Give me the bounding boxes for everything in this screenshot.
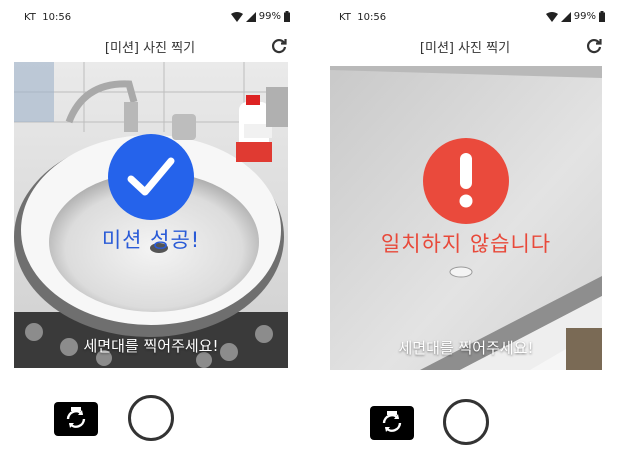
battery-percent: 99% — [258, 11, 281, 22]
result-badge — [423, 138, 509, 224]
app-bar: [미션] 사진 찍기 — [0, 35, 300, 59]
status-indicators: 99% — [230, 11, 290, 22]
refresh-icon — [586, 39, 602, 54]
mission-instruction: 세면대를 찍어주세요! — [398, 339, 534, 357]
status-bar: KT 10:56 99% — [315, 9, 615, 27]
switch-camera-icon — [66, 407, 86, 428]
refresh-icon — [271, 39, 287, 54]
check-icon — [127, 157, 175, 196]
battery-icon — [599, 11, 605, 22]
result-message: 미션 성공! — [101, 228, 201, 252]
wifi-icon — [230, 11, 243, 22]
camera-preview: 미션 성공! 세면대를 찍어주세요! — [14, 62, 288, 368]
status-indicators: 99% — [545, 11, 605, 22]
refresh-button[interactable] — [583, 35, 605, 57]
switch-camera-icon — [382, 411, 402, 432]
status-carrier-time: KT 10:56 — [339, 12, 386, 23]
shutter-button[interactable] — [443, 399, 489, 445]
refresh-button[interactable] — [268, 35, 290, 57]
shutter-button[interactable] — [128, 395, 174, 441]
signal-icon — [245, 11, 256, 22]
wifi-icon — [545, 11, 558, 22]
switch-camera-button[interactable] — [54, 402, 98, 436]
mission-instruction: 세면대를 찍어주세요! — [83, 337, 219, 355]
clock: 10:56 — [357, 12, 387, 23]
app-bar: [미션] 사진 찍기 — [315, 35, 615, 59]
carrier: KT — [339, 12, 351, 23]
result-badge — [108, 134, 194, 220]
phone-screen-success: KT 10:56 99% [미션] 사진 찍기 미션 성공! 세면대를 찍어주세… — [0, 0, 300, 468]
status-carrier-time: KT 10:56 — [24, 12, 71, 23]
exclamation-icon — [459, 153, 473, 208]
status-bar: KT 10:56 99% — [0, 9, 300, 27]
battery-percent: 99% — [573, 11, 596, 22]
camera-preview: 일치하지 않습니다 세면대를 찍어주세요! — [330, 66, 602, 370]
page-title: [미션] 사진 찍기 — [104, 41, 196, 56]
carrier: KT — [24, 12, 36, 23]
clock: 10:56 — [42, 12, 72, 23]
result-message: 일치하지 않습니다 — [380, 232, 552, 256]
page-title: [미션] 사진 찍기 — [419, 41, 511, 56]
switch-camera-button[interactable] — [370, 406, 414, 440]
signal-icon — [560, 11, 571, 22]
battery-icon — [284, 11, 290, 22]
phone-screen-mismatch: KT 10:56 99% [미션] 사진 찍기 일치하지 않습니다 세면대를 찍… — [315, 0, 615, 468]
